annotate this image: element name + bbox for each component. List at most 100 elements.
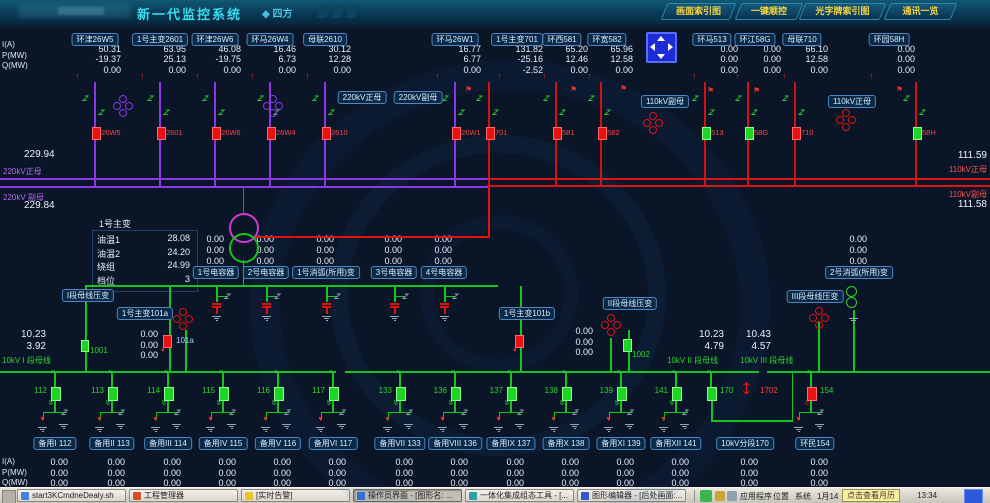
bay-label-26W6[interactable]: 环津26W6 (192, 33, 239, 46)
bay-label-581[interactable]: 环西581 (542, 33, 581, 46)
bay-label-26W1[interactable]: 环马26W1 (432, 33, 479, 46)
breaker-138[interactable] (562, 387, 572, 401)
breaker-113[interactable] (108, 387, 118, 401)
disconnector-icon[interactable]: Z (405, 408, 414, 417)
disconnector-icon[interactable]: Z (256, 94, 265, 103)
breaker-26W5[interactable] (92, 127, 101, 140)
disconnector-icon[interactable]: Z (81, 94, 90, 103)
nav-button-1[interactable]: 画面索引图 (661, 3, 737, 20)
disconnector-icon[interactable]: Z (797, 108, 806, 117)
tray-app-icon[interactable] (700, 490, 712, 502)
pt-button[interactable]: I段母线压变 (62, 289, 114, 302)
feeder-button-114[interactable]: 备用III 114 (144, 437, 192, 450)
breaker-58G[interactable] (745, 127, 754, 140)
taskbar-window-6[interactable]: 图形编辑器 - [后处画面:... (577, 489, 686, 502)
cap-group-button[interactable]: 3号电容器 (371, 266, 417, 279)
bay-label-58H[interactable]: 环园58H (869, 33, 910, 46)
transformer-101a-button[interactable]: 1号主变101a (117, 307, 173, 320)
taskbar-window-4[interactable]: 操作员界面 - [图形名: ... (353, 489, 462, 502)
disconnector-icon[interactable]: Z (707, 108, 716, 117)
cap-group-button[interactable]: 1号消弧(所用)变 (292, 266, 360, 279)
breaker-136[interactable] (451, 387, 461, 401)
disconnector-icon[interactable]: Z (750, 108, 759, 117)
breaker-701[interactable] (486, 127, 495, 140)
breaker-112[interactable] (51, 387, 61, 401)
cap-group-button[interactable]: 2号电容器 (243, 266, 289, 279)
breaker-115[interactable] (219, 387, 229, 401)
breaker-2601[interactable] (157, 127, 166, 140)
bay-label-710[interactable]: 母联710 (782, 33, 821, 46)
breaker-26W1[interactable] (452, 127, 461, 140)
disconnector-icon[interactable]: Z (902, 94, 911, 103)
bay-label-26W4[interactable]: 环马26W4 (247, 33, 294, 46)
disconnector-icon[interactable]: Z (681, 408, 690, 417)
breaker-117[interactable] (329, 387, 339, 401)
feeder-button-154[interactable]: 环民154 (795, 437, 834, 450)
navigation-compass-button[interactable] (646, 32, 677, 63)
breaker-26W6[interactable] (212, 127, 221, 140)
tray-menu-1[interactable]: 应用程序 (740, 491, 772, 502)
taskbar-window-5[interactable]: 一体化集成组态工具 - [... (465, 489, 574, 502)
disconnector-icon[interactable]: Z (223, 292, 232, 301)
disconnector-icon[interactable]: Z (401, 292, 410, 301)
disconnector-icon[interactable]: Z (457, 108, 466, 117)
breaker-154[interactable] (807, 387, 817, 401)
bay-label-26W5[interactable]: 环津26W5 (72, 33, 119, 46)
tray-input-switcher-icon[interactable] (964, 489, 983, 503)
breaker-137[interactable] (507, 387, 517, 401)
disconnector-icon[interactable]: Z (691, 94, 700, 103)
cap-group-button[interactable]: 4号电容器 (421, 266, 467, 279)
disconnector-icon[interactable]: Z (516, 408, 525, 417)
disconnector-icon[interactable]: Z (542, 94, 551, 103)
breaker-1001[interactable] (81, 340, 89, 352)
disconnector-icon[interactable]: Z (734, 94, 743, 103)
disconnector-icon[interactable]: Z (918, 108, 927, 117)
disconnector-icon[interactable]: Z (60, 408, 69, 417)
tray-menu-3[interactable]: 系统 (795, 491, 811, 502)
bay-label-582[interactable]: 环宽582 (587, 33, 626, 46)
nav-button-4[interactable]: 通讯一览 (884, 3, 958, 20)
tray-network-icon[interactable] (727, 491, 737, 501)
breaker-58H[interactable] (913, 127, 922, 140)
nav-button-2[interactable]: 一键顺控 (735, 3, 804, 20)
disconnector-icon[interactable]: Z (162, 108, 171, 117)
start-menu-icon[interactable] (2, 490, 16, 503)
disconnector-icon[interactable]: Z (228, 408, 237, 417)
breaker-114[interactable] (164, 387, 174, 401)
disconnector-icon[interactable]: Z (816, 408, 825, 417)
disconnector-icon[interactable]: Z (333, 292, 342, 301)
disconnector-icon[interactable]: Z (571, 408, 580, 417)
bus-button[interactable]: 110kV正母 (828, 95, 876, 108)
bus-button[interactable]: 110kV副母 (641, 95, 689, 108)
breaker-141[interactable] (672, 387, 682, 401)
disconnector-icon[interactable]: Z (587, 94, 596, 103)
bus-button[interactable]: 220kV副母 (394, 91, 443, 104)
feeder-button-139[interactable]: 备用XI 139 (596, 437, 645, 450)
disconnector-icon[interactable]: Z (217, 108, 226, 117)
disconnector-icon[interactable]: Z (273, 292, 282, 301)
breaker-710[interactable] (792, 127, 801, 140)
disconnector-icon[interactable]: Z (327, 108, 336, 117)
nav-button-3[interactable]: 光字牌索引图 (799, 3, 887, 20)
bus-button[interactable]: 220kV正母 (338, 91, 387, 104)
disconnector-icon[interactable]: Z (311, 94, 320, 103)
disconnector-icon[interactable]: Z (558, 108, 567, 117)
tray-menu-2[interactable]: 位置 (773, 491, 789, 502)
breaker-513[interactable] (702, 127, 711, 140)
bay-label-513[interactable]: 环马513 (692, 33, 731, 46)
taskbar-window-2[interactable]: 工程管理器 (129, 489, 238, 502)
disconnector-icon[interactable]: Z (97, 108, 106, 117)
disconnector-icon[interactable]: Z (117, 408, 126, 417)
breaker-116[interactable] (274, 387, 284, 401)
disconnector-icon[interactable]: Z (173, 408, 182, 417)
feeder-button-133[interactable]: 备用VII 133 (374, 437, 425, 450)
feeder-button-141[interactable]: 备用XII 141 (650, 437, 701, 450)
tray-clock[interactable]: 13:34 (917, 491, 937, 500)
taskbar-window-1[interactable]: start3KCmdneDealy.sh (17, 489, 126, 502)
feeder-button-137[interactable]: 备用IX 137 (486, 437, 535, 450)
cap-group-button[interactable]: 1号电容器 (193, 266, 239, 279)
feeder-button-112[interactable]: 备用I 112 (33, 437, 76, 450)
disconnector-icon[interactable]: Z (451, 292, 460, 301)
taskbar-window-3[interactable]: [实时告警] (241, 489, 350, 502)
breaker-1002[interactable] (623, 339, 632, 352)
